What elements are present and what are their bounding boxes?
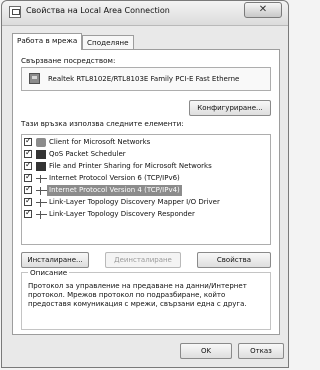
connect-using-label: Свързване посредством:: [21, 56, 116, 65]
ok-button[interactable]: OK: [180, 343, 232, 359]
protocol-icon: [36, 199, 47, 207]
description-legend: Описание: [28, 268, 70, 277]
tab-networking[interactable]: Работа в мрежа: [12, 33, 83, 50]
list-item[interactable]: File and Printer Sharing for Microsoft N…: [22, 160, 270, 172]
item-checkbox[interactable]: [24, 196, 32, 206]
item-label: Internet Protocol Version 6 (TCP/IPv6): [49, 174, 180, 182]
item-checkbox[interactable]: [24, 136, 32, 146]
items-list[interactable]: Client for Microsoft Networks QoS Packet…: [21, 134, 271, 245]
list-item[interactable]: Internet Protocol Version 6 (TCP/IPv6): [22, 172, 270, 184]
protocol-icon: [36, 211, 47, 219]
window-title: Свойства на Local Area Connection: [26, 6, 170, 15]
list-item[interactable]: Link-Layer Topology Discovery Mapper I/O…: [22, 196, 270, 208]
item-checkbox[interactable]: [24, 160, 32, 170]
item-label: Internet Protocol Version 4 (TCP/IPv4): [47, 185, 182, 196]
cancel-button[interactable]: Отказ: [238, 343, 284, 359]
network-properties-icon: [9, 6, 21, 18]
item-checkbox[interactable]: [24, 208, 32, 218]
networking-panel: Свързване посредством: Realtek RTL8102E/…: [12, 49, 280, 335]
configure-button[interactable]: Конфигуриране...: [189, 100, 271, 116]
properties-button[interactable]: Свойства: [197, 252, 271, 268]
printer-icon: [36, 162, 46, 171]
list-item[interactable]: QoS Packet Scheduler: [22, 148, 270, 160]
description-text: Протокол за управление на предаване на д…: [28, 282, 247, 308]
item-label: Link-Layer Topology Discovery Mapper I/O…: [49, 198, 220, 206]
uninstall-button[interactable]: Деинсталиране: [105, 252, 181, 268]
item-checkbox[interactable]: [24, 172, 32, 182]
adapter-box: Realtek RTL8102E/RTL8103E Family PCI-E F…: [21, 67, 271, 91]
list-item[interactable]: Link-Layer Topology Discovery Responder: [22, 208, 270, 220]
tab-sharing[interactable]: Споделяне: [82, 35, 134, 49]
item-checkbox[interactable]: [24, 148, 32, 158]
protocol-icon: [36, 175, 47, 183]
title-bar[interactable]: Свойства на Local Area Connection ✕: [2, 1, 288, 26]
close-button[interactable]: ✕: [244, 2, 282, 18]
item-checkbox[interactable]: [24, 184, 32, 194]
client-icon: [36, 138, 46, 147]
list-item[interactable]: Client for Microsoft Networks: [22, 136, 270, 148]
item-label: QoS Packet Scheduler: [49, 150, 126, 158]
items-label: Тази връзка използва следните елементи:: [21, 119, 184, 128]
adapter-name: Realtek RTL8102E/RTL8103E Family PCI-E F…: [48, 75, 240, 83]
install-button[interactable]: Инсталиране...: [21, 252, 89, 268]
description-group: Описание Протокол за управление на преда…: [21, 268, 271, 330]
properties-window: Свойства на Local Area Connection ✕ Рабо…: [1, 0, 289, 368]
network-adapter-icon: [29, 73, 40, 84]
item-label: File and Printer Sharing for Microsoft N…: [49, 162, 212, 170]
protocol-icon: [36, 187, 47, 195]
list-item-selected[interactable]: Internet Protocol Version 4 (TCP/IPv4): [22, 184, 270, 196]
item-label: Link-Layer Topology Discovery Responder: [49, 210, 195, 218]
scheduler-icon: [36, 150, 46, 159]
item-label: Client for Microsoft Networks: [49, 138, 151, 146]
